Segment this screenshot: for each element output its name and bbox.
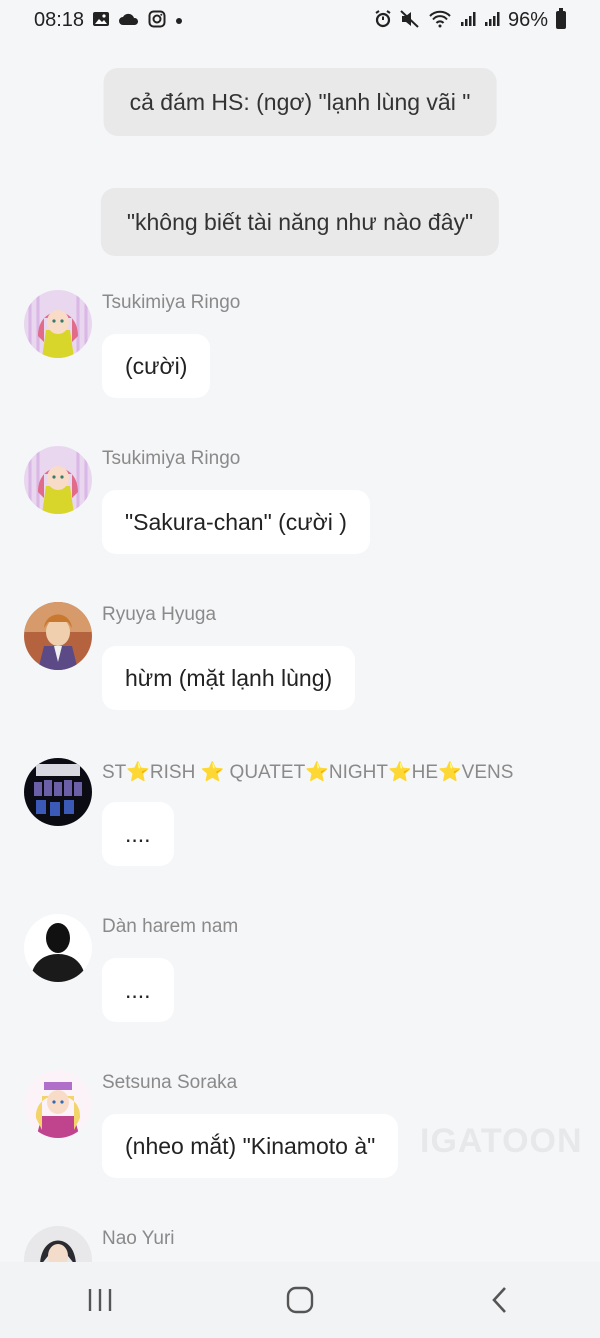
chat-message: ST⭐RISH ⭐ QUATET⭐NIGHT⭐HE⭐VENS .... [24,758,584,878]
narration-text: cả đám HS: (ngơ) "lạnh lùng vãi " [129,88,471,115]
signal-icon [484,11,500,30]
message-bubble[interactable]: .... [102,802,174,866]
instagram-icon [148,10,166,31]
narration-text: "không biết tài năng như nào đây" [126,208,474,235]
avatar[interactable] [24,1070,92,1138]
chat-message: Dàn harem nam .... [24,914,584,1034]
signal-icon [460,11,476,30]
status-bar: 08:18 96% [0,0,600,40]
message-text: (nheo mắt) "Kinamoto à" [125,1132,376,1159]
home-icon [286,1286,314,1314]
message-text: hừm (mặt lạnh lùng) [125,664,333,691]
avatar[interactable] [24,602,92,670]
battery-percent: 96% [507,8,548,31]
narration-bubble: "không biết tài năng như nào đây" [100,188,500,256]
sender-name: Tsukimiya Ringo [102,448,241,469]
mute-icon [400,9,420,31]
message-text: .... [125,976,151,1003]
alarm-icon [374,9,392,31]
sender-name: ST⭐RISH ⭐ QUATET⭐NIGHT⭐HE⭐VENS [102,762,514,783]
avatar[interactable] [24,758,92,826]
back-icon [492,1287,506,1313]
dot-icon [174,11,184,29]
wifi-icon [428,10,452,31]
chat-message: Nao Yuri [24,1226,584,1262]
clock: 08:18 [34,8,85,31]
sender-name: Tsukimiya Ringo [102,292,241,313]
message-text: "Sakura-chan" (cười ) [125,508,347,535]
avatar[interactable] [24,446,92,514]
message-text: .... [125,820,151,847]
message-bubble[interactable]: .... [102,958,174,1022]
message-text: (cười) [125,352,188,379]
message-bubble[interactable]: "Sakura-chan" (cười ) [102,490,370,554]
message-bubble[interactable]: (cười) [102,334,211,398]
watermark: IGATOON [420,1122,583,1160]
home-button[interactable] [260,1270,340,1330]
navigation-bar [0,1262,600,1338]
avatar[interactable] [24,290,92,358]
sender-name: Ryuya Hyuga [102,604,217,625]
avatar[interactable] [24,914,92,982]
sender-name: Nao Yuri [102,1228,175,1249]
recents-button[interactable] [60,1270,140,1330]
sender-name: Setsuna Soraka [102,1072,238,1093]
message-bubble[interactable]: hừm (mặt lạnh lùng) [102,646,356,710]
image-icon [92,11,110,30]
message-bubble[interactable]: (nheo mắt) "Kinamoto à" [102,1114,399,1178]
chat-message: Tsukimiya Ringo "Sakura-chan" (cười ) [24,446,584,566]
avatar[interactable] [24,1226,92,1262]
battery-icon [556,8,566,29]
chat-message: Tsukimiya Ringo (cười) [24,290,584,410]
recents-icon [88,1289,112,1311]
chat-message: Ryuya Hyuga hừm (mặt lạnh lùng) [24,602,584,722]
back-button[interactable] [460,1270,540,1330]
narration-bubble: cả đám HS: (ngơ) "lạnh lùng vãi " [103,68,497,136]
cloud-icon [118,11,140,29]
sender-name: Dàn harem nam [102,916,239,937]
